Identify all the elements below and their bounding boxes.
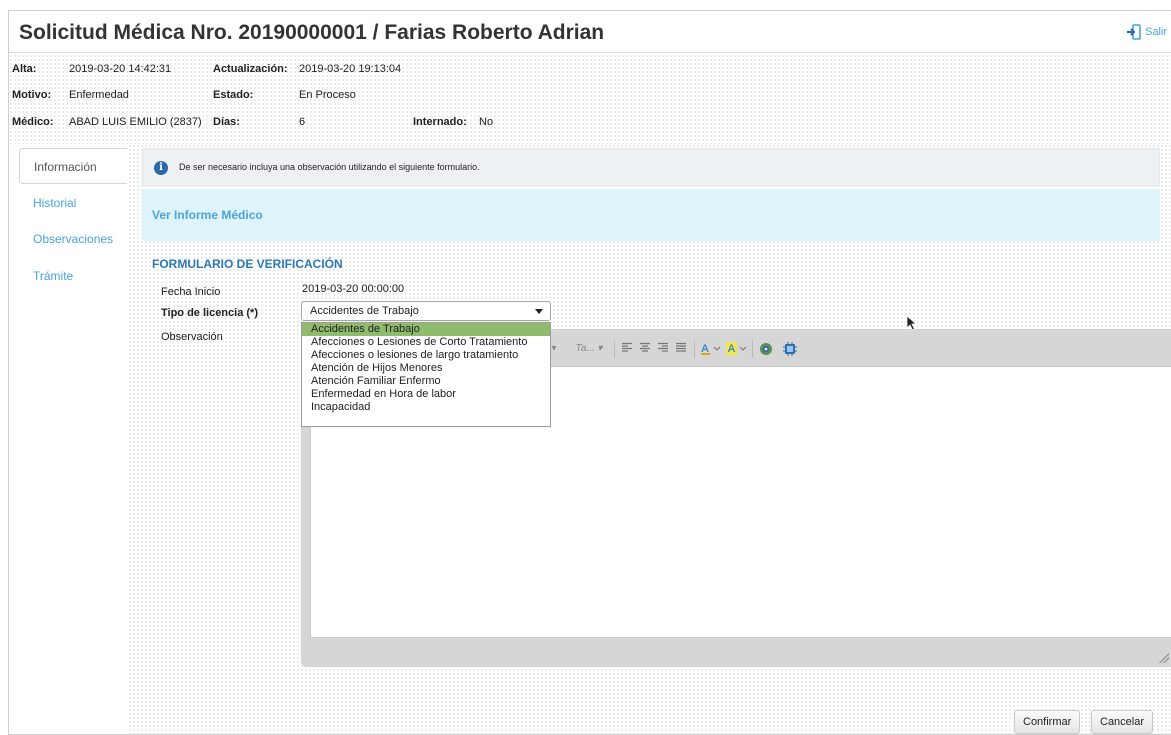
dropdown-option[interactable]: Afecciones o Lesiones de Corto Tratamien…	[302, 336, 550, 349]
fecha-inicio-label: Fecha Inicio	[161, 286, 221, 298]
medico-value: ABAD LUIS EMILIO (2837)	[69, 116, 202, 128]
svg-text:A: A	[728, 343, 736, 355]
fecha-inicio-value: 2019-03-20 00:00:00	[302, 283, 405, 295]
dropdown-option[interactable]: Atención Familiar Enfermo	[302, 375, 550, 388]
motivo-label: Motivo:	[12, 89, 52, 101]
page-title: Solicitud Médica Nro. 20190000001 / Fari…	[19, 21, 605, 44]
info-circle-icon: i	[154, 161, 168, 175]
logout-icon	[1126, 24, 1142, 40]
title-bar: Solicitud Médica Nro. 20190000001 / Fari…	[9, 11, 1171, 53]
info-alert: i De ser necesario incluya una observaci…	[142, 148, 1160, 186]
logout-button[interactable]: Salir	[1126, 24, 1167, 40]
dropdown-option[interactable]: Enfermedad en Hora de labor	[302, 388, 550, 401]
background-color-icon[interactable]: A	[726, 342, 748, 356]
dropdown-option[interactable]: Atención de Hijos Menores	[302, 362, 550, 375]
mouse-cursor-icon	[906, 315, 918, 334]
align-justify-icon[interactable]	[674, 342, 688, 356]
toolbar-separator	[752, 340, 753, 358]
medico-label: Médico:	[12, 116, 54, 128]
alta-value: 2019-03-20 14:42:31	[69, 63, 172, 75]
font-family-dropdown-icon[interactable]: ▾	[550, 342, 558, 356]
ver-informe-link[interactable]: Ver Informe Médico	[152, 208, 263, 222]
tipo-licencia-label: Tipo de licencia (*)	[161, 307, 258, 319]
align-center-icon[interactable]	[638, 342, 652, 356]
dias-value: 6	[299, 116, 306, 128]
estado-label: Estado:	[213, 89, 254, 101]
dropdown-option[interactable]: Afecciones o lesiones de largo tratamien…	[302, 349, 550, 362]
video-icon[interactable]	[782, 342, 798, 356]
tab-observaciones[interactable]: Observaciones	[19, 221, 127, 257]
text-color-icon[interactable]: A	[700, 342, 722, 356]
font-size-dropdown[interactable]: Ta... ▾	[570, 342, 608, 356]
align-left-icon[interactable]	[620, 342, 634, 356]
informe-panel: Ver Informe Médico	[142, 189, 1160, 241]
dias-label: Días:	[213, 116, 240, 128]
resize-handle-icon[interactable]	[1159, 653, 1169, 663]
tipo-licencia-dropdown: Accidentes de Trabajo Afecciones o Lesio…	[301, 322, 551, 427]
app-window: Solicitud Médica Nro. 20190000001 / Fari…	[8, 10, 1171, 735]
request-details: Alta: 2019-03-20 14:42:31 Actualización:…	[9, 54, 1171, 144]
confirm-button[interactable]: Confirmar	[1014, 710, 1081, 734]
info-message: De ser necesario incluya una observación…	[179, 162, 480, 172]
internado-label: Internado:	[413, 116, 467, 128]
logout-label: Salir	[1144, 26, 1167, 38]
align-right-icon[interactable]	[656, 342, 670, 356]
image-icon[interactable]	[758, 342, 774, 356]
actualizacion-label: Actualización:	[213, 63, 288, 75]
tipo-licencia-selected: Accidentes de Trabajo	[310, 305, 419, 317]
toolbar-separator	[694, 340, 695, 358]
alta-label: Alta:	[12, 63, 37, 75]
chevron-down-icon	[535, 309, 543, 314]
motivo-value: Enfermedad	[69, 89, 129, 101]
dropdown-option[interactable]: Accidentes de Trabajo	[302, 323, 550, 336]
toolbar-separator	[614, 340, 615, 358]
form-title: FORMULARIO DE VERIFICACIÓN	[152, 257, 343, 271]
estado-value: En Proceso	[299, 89, 356, 101]
observacion-label: Observación	[161, 331, 223, 343]
actualizacion-value: 2019-03-20 19:13:04	[299, 63, 402, 75]
dropdown-option[interactable]: Incapacidad	[302, 401, 550, 414]
internado-value: No	[479, 116, 494, 128]
tab-informacion[interactable]: Información	[19, 148, 127, 184]
font-size-placeholder: Ta...	[575, 343, 595, 354]
tipo-licencia-select[interactable]: Accidentes de Trabajo	[301, 301, 551, 321]
tab-tramite[interactable]: Trámite	[19, 258, 127, 294]
sidebar-nav: Información Historial Observaciones Trám…	[9, 144, 127, 734]
cancel-button[interactable]: Cancelar	[1091, 710, 1154, 734]
tab-historial[interactable]: Historial	[19, 185, 127, 221]
